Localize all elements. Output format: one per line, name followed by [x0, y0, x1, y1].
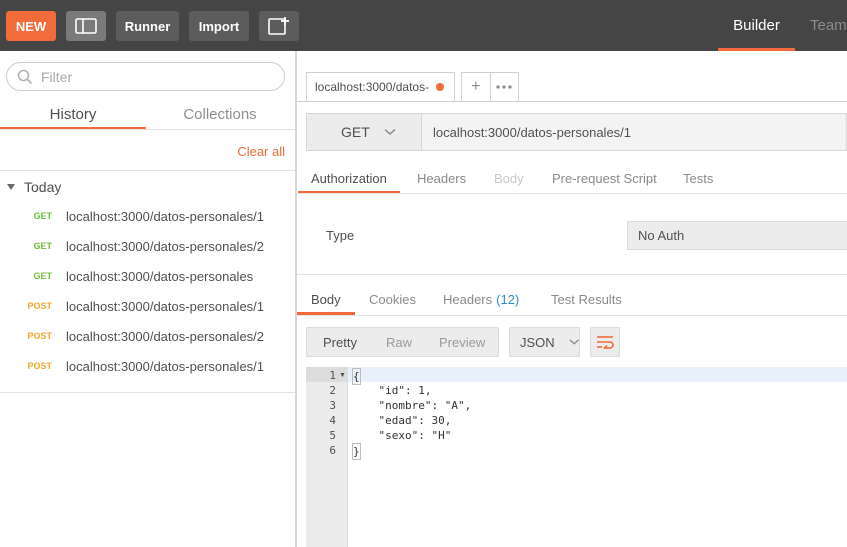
history-item[interactable]: POST localhost:3000/datos-personales/1: [0, 291, 295, 321]
raw-button[interactable]: Raw: [386, 335, 412, 350]
response-body-editor[interactable]: 1 2 3 4 5 6 ▼ { "id": 1, "nombre": "A", …: [306, 367, 847, 547]
top-toolbar: NEW Runner Import Builder Team: [0, 0, 847, 51]
history-group-today[interactable]: Today: [7, 179, 61, 195]
tab-history[interactable]: History: [0, 98, 146, 130]
history-url: localhost:3000/datos-personales: [66, 268, 254, 284]
auth-type-label: Type: [326, 228, 355, 243]
sidebar: History Collections Clear all Today GET …: [0, 51, 295, 547]
history-url: localhost:3000/datos-personales/1: [66, 358, 265, 374]
chevron-down-icon: [384, 128, 396, 136]
filter-box[interactable]: [6, 62, 285, 91]
divider: [297, 101, 847, 102]
sidebar-layout-icon: [75, 18, 97, 34]
format-value: JSON: [520, 334, 555, 350]
divider: [297, 193, 847, 194]
clear-all-link[interactable]: Clear all: [237, 144, 285, 159]
history-url: localhost:3000/datos-personales/2: [66, 238, 265, 254]
code-line: "sexo": "H": [352, 429, 452, 442]
request-tab[interactable]: localhost:3000/datos-: [306, 72, 455, 102]
divider: [297, 315, 847, 316]
more-tabs-button[interactable]: [491, 73, 519, 101]
code-line: "edad": 30,: [352, 414, 452, 427]
tab-cookies[interactable]: Cookies: [369, 283, 416, 315]
search-icon: [17, 69, 33, 84]
tab-builder[interactable]: Builder: [718, 0, 795, 51]
fold-toggle-icon[interactable]: ▼: [339, 368, 346, 383]
method-badge: POST: [27, 331, 52, 341]
new-button[interactable]: NEW: [6, 11, 56, 41]
code-line: "id": 1,: [352, 384, 432, 397]
pretty-button[interactable]: Pretty: [323, 335, 357, 350]
divider: [0, 392, 295, 393]
code-line: "nombre": "A",: [352, 399, 472, 412]
ellipsis-icon: [496, 85, 512, 89]
line-number: 6: [329, 444, 336, 457]
tab-label: Headers: [443, 291, 493, 307]
sidebar-resize-handle[interactable]: [295, 51, 297, 547]
method-badge: POST: [27, 361, 52, 371]
tab-pre-request-script[interactable]: Pre-request Script: [552, 162, 657, 194]
request-tab-title: localhost:3000/datos-: [315, 80, 430, 94]
history-item[interactable]: POST localhost:3000/datos-personales/2: [0, 321, 295, 351]
history-url: localhost:3000/datos-personales/2: [66, 328, 265, 344]
new-window-button[interactable]: [259, 11, 299, 41]
tab-response-headers[interactable]: Headers (12): [443, 283, 519, 315]
history-item[interactable]: GET localhost:3000/datos-personales/1: [0, 201, 295, 231]
history-list: GET localhost:3000/datos-personales/1 GE…: [0, 201, 295, 381]
active-line-highlight: [306, 367, 847, 382]
toggle-sidebar-button[interactable]: [66, 11, 106, 41]
headers-count-badge: (12): [496, 291, 520, 307]
history-url: localhost:3000/datos-personales/1: [66, 208, 265, 224]
history-item[interactable]: GET localhost:3000/datos-personales: [0, 261, 295, 291]
tab-response-body[interactable]: Body: [297, 283, 355, 315]
divider: [297, 274, 847, 275]
tab-authorization[interactable]: Authorization: [298, 162, 400, 194]
tab-body[interactable]: Body: [494, 162, 524, 194]
tab-tests[interactable]: Tests: [683, 162, 713, 194]
wrap-lines-icon: [597, 336, 614, 349]
tab-team[interactable]: Team: [810, 0, 847, 51]
caret-down-icon: [7, 184, 15, 190]
tab-collections[interactable]: Collections: [147, 98, 293, 130]
new-window-icon: [268, 17, 289, 35]
method-badge: GET: [33, 211, 52, 221]
divider: [0, 129, 295, 130]
history-url: localhost:3000/datos-personales/1: [66, 298, 265, 314]
line-number: 4: [329, 414, 336, 427]
url-input[interactable]: localhost:3000/datos-personales/1: [422, 113, 847, 151]
unsaved-dot-icon: [436, 83, 444, 91]
line-number: 2: [329, 384, 336, 397]
line-number: 3: [329, 399, 336, 412]
runner-button[interactable]: Runner: [116, 11, 179, 41]
history-item[interactable]: GET localhost:3000/datos-personales/2: [0, 231, 295, 261]
tab-actions: +: [461, 72, 519, 102]
chevron-down-icon: [569, 339, 579, 345]
tab-headers[interactable]: Headers: [417, 162, 466, 194]
method-value: GET: [341, 124, 370, 140]
code-line: }: [352, 443, 361, 460]
line-number: 1: [329, 369, 336, 382]
preview-button[interactable]: Preview: [439, 335, 485, 350]
method-badge: GET: [33, 241, 52, 251]
method-select[interactable]: GET: [306, 113, 422, 151]
divider: [0, 170, 295, 171]
filter-input[interactable]: [41, 68, 261, 85]
method-badge: POST: [27, 301, 52, 311]
history-item[interactable]: POST localhost:3000/datos-personales/1: [0, 351, 295, 381]
import-button[interactable]: Import: [189, 11, 249, 41]
format-select[interactable]: JSON: [509, 327, 580, 357]
wrap-lines-button[interactable]: [590, 327, 620, 357]
group-label: Today: [24, 179, 62, 195]
add-tab-button[interactable]: +: [462, 73, 491, 101]
line-number: 5: [329, 429, 336, 442]
view-mode-group: Pretty Raw Preview: [306, 327, 499, 357]
tab-test-results[interactable]: Test Results: [551, 283, 622, 315]
auth-type-select[interactable]: No Auth: [627, 221, 847, 250]
method-badge: GET: [33, 271, 52, 281]
